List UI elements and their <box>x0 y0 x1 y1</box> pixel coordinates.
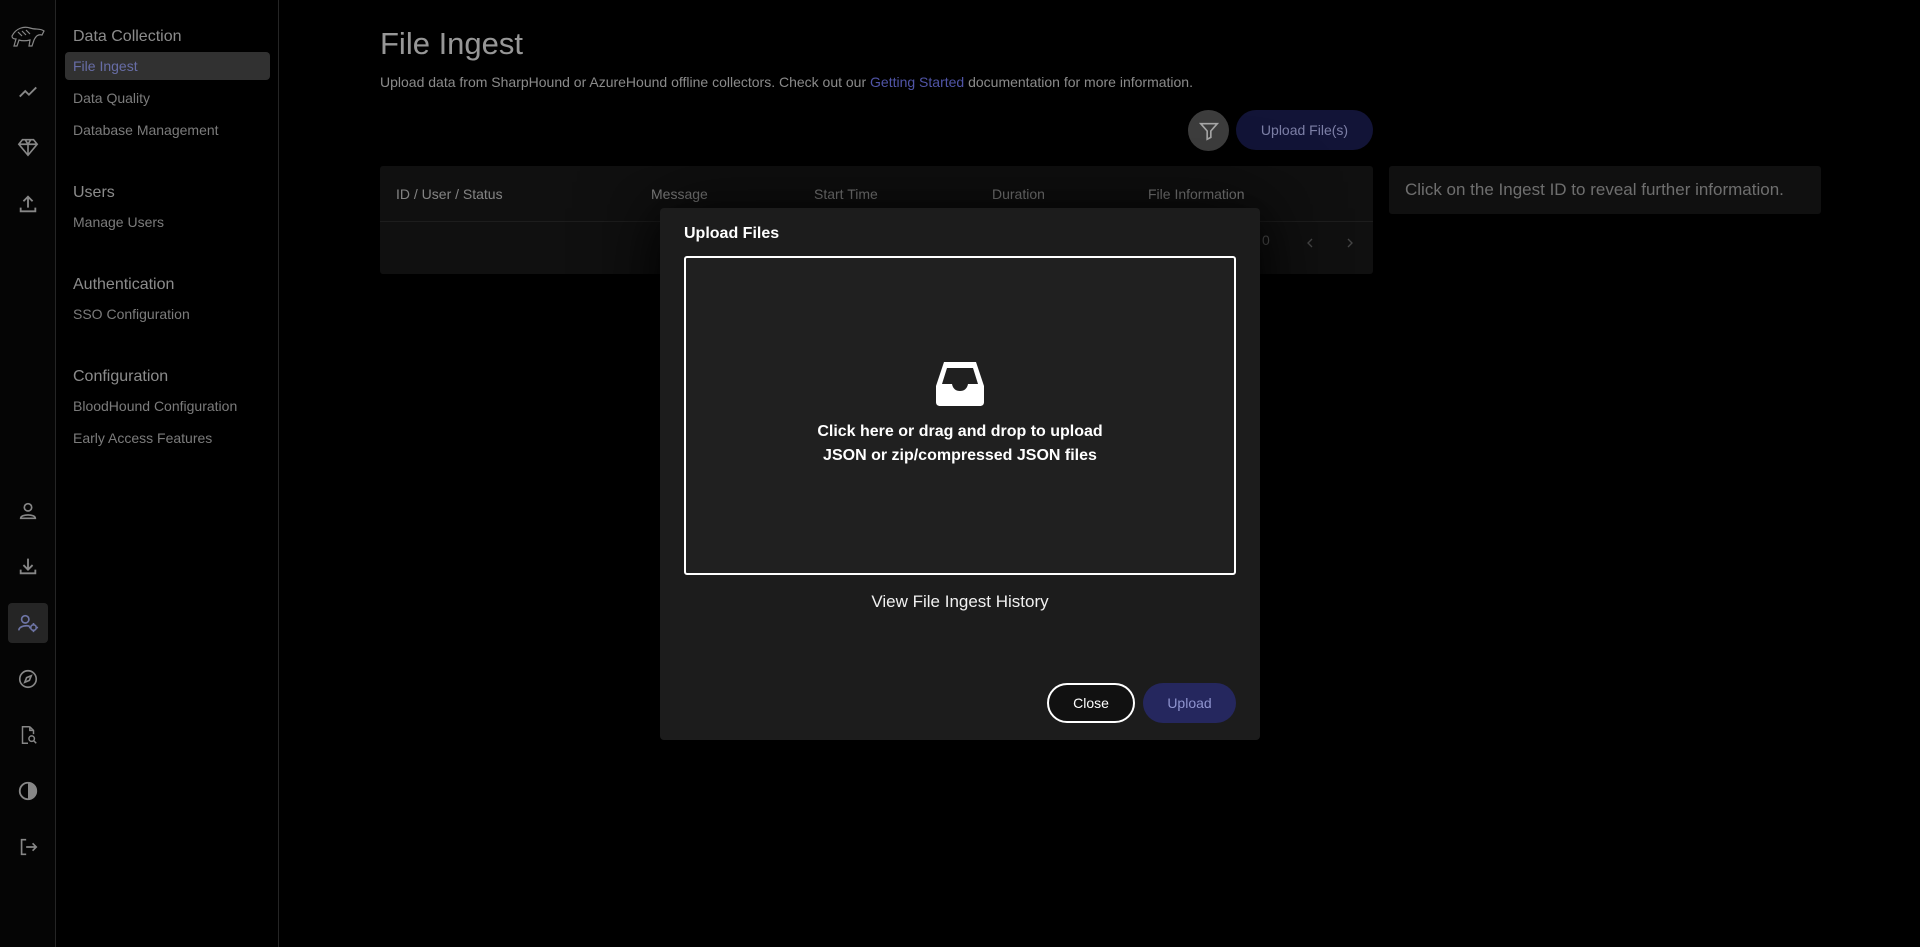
dialog-title: Upload Files <box>684 225 780 242</box>
close-button[interactable]: Close <box>1047 683 1135 723</box>
inbox-icon <box>936 361 984 406</box>
dropzone-line: JSON or zip/compressed JSON files <box>823 446 1097 464</box>
file-dropzone[interactable]: Click here or drag and drop to upload JS… <box>684 256 1236 575</box>
dropzone-line: Click here or drag and drop to upload <box>817 422 1103 440</box>
upload-button[interactable]: Upload <box>1143 683 1236 723</box>
dropzone-instructions: Click here or drag and drop to upload JS… <box>817 420 1102 468</box>
view-ingest-history-link[interactable]: View File Ingest History <box>660 592 1260 612</box>
upload-files-dialog: Upload Files Click here or drag and drop… <box>660 208 1260 740</box>
